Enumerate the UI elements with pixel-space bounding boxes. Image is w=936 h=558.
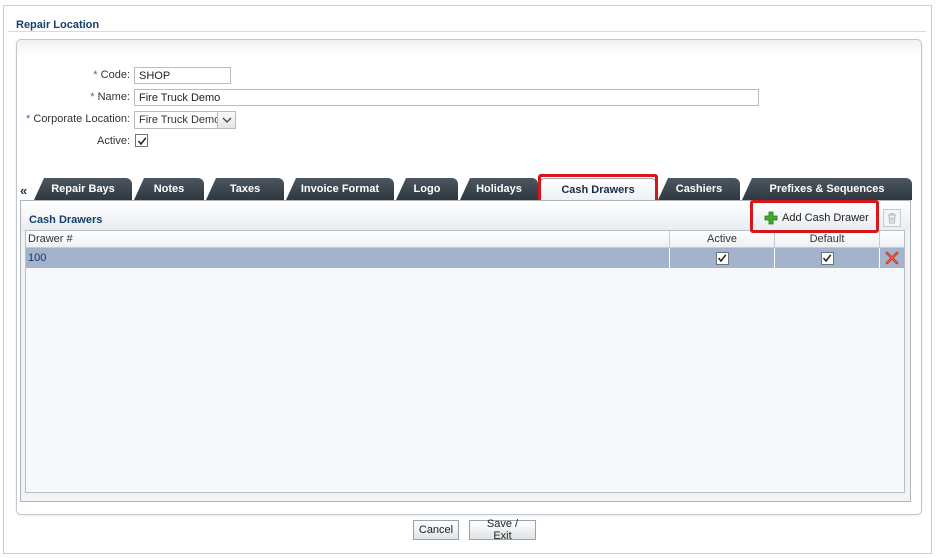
tab-cashiers[interactable]: Cashiers — [658, 178, 740, 200]
tabs-scroll-left-button[interactable]: « — [20, 183, 27, 198]
tab-invoice-format[interactable]: Invoice Format — [286, 178, 394, 200]
corporate-location-select[interactable]: Fire Truck Demo — [134, 111, 236, 129]
page-title: Repair Location — [16, 19, 100, 31]
row-active-checkbox[interactable] — [715, 251, 729, 265]
tab-prefixes-sequences[interactable]: Prefixes & Sequences — [742, 178, 912, 200]
column-header-drawer[interactable]: Drawer # — [26, 231, 670, 247]
table-row[interactable]: 100 — [26, 248, 904, 268]
tab-repair-bays[interactable]: Repair Bays — [34, 178, 132, 200]
drawer-number-cell: 100 — [26, 248, 670, 268]
check-icon — [717, 254, 727, 263]
plus-icon — [764, 211, 778, 225]
active-checkbox[interactable] — [135, 134, 148, 147]
cash-drawers-table: Drawer # Active Default 100 — [25, 230, 905, 493]
check-icon — [822, 254, 832, 263]
cash-drawers-title: Cash Drawers — [29, 214, 103, 226]
cancel-button[interactable]: Cancel — [413, 520, 459, 540]
save-exit-button[interactable]: Save / Exit — [469, 518, 536, 542]
name-label: * Name: — [90, 91, 130, 103]
tab-notes[interactable]: Notes — [134, 178, 204, 200]
tab-holidays[interactable]: Holidays — [460, 178, 538, 200]
code-label: * Code: — [93, 69, 130, 81]
title-divider — [8, 31, 926, 32]
cash-drawers-panel: Cash Drawers Add Cash Drawer Drawer # Ac… — [20, 200, 911, 502]
tab-logo[interactable]: Logo — [396, 178, 458, 200]
active-cell — [670, 248, 775, 268]
table-header: Drawer # Active Default — [26, 231, 904, 248]
code-input[interactable] — [134, 67, 231, 84]
cash-drawers-header: Cash Drawers Add Cash Drawer — [21, 201, 910, 231]
tab-taxes[interactable]: Taxes — [206, 178, 284, 200]
trash-icon[interactable] — [883, 209, 901, 227]
add-cash-drawer-button[interactable]: Add Cash Drawer — [764, 209, 869, 227]
delete-row-button[interactable] — [880, 248, 904, 268]
active-label: Active: — [96, 135, 130, 147]
check-icon — [137, 136, 146, 145]
chevron-down-icon[interactable] — [218, 111, 236, 129]
column-header-active[interactable]: Active — [670, 231, 775, 247]
required-marker: * — [26, 113, 31, 125]
required-marker: * — [90, 91, 95, 103]
column-header-default[interactable]: Default — [775, 231, 880, 247]
required-marker: * — [93, 69, 98, 81]
corporate-location-label: * Corporate Location: — [26, 113, 130, 125]
delete-x-icon — [885, 251, 899, 265]
name-input[interactable] — [134, 89, 759, 106]
tab-cash-drawers[interactable]: Cash Drawers — [540, 178, 656, 200]
default-cell — [775, 248, 880, 268]
row-default-checkbox[interactable] — [820, 251, 834, 265]
corporate-location-value: Fire Truck Demo — [134, 111, 218, 129]
